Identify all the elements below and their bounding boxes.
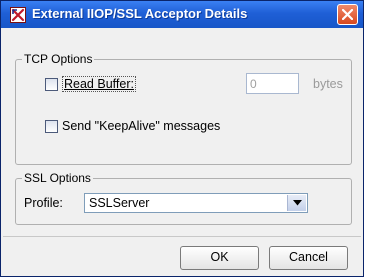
- close-icon: [342, 9, 353, 20]
- ssl-options-legend: SSL Options: [22, 171, 93, 185]
- ssl-options-group: SSL Options Profile: SSLServer: [15, 171, 352, 225]
- profile-label: Profile:: [24, 196, 63, 210]
- profile-select[interactable]: SSLServer: [84, 193, 308, 213]
- app-x-icon: [10, 7, 26, 23]
- keepalive-checkbox[interactable]: [45, 120, 58, 133]
- read-buffer-checkbox[interactable]: [45, 78, 58, 91]
- tcp-options-legend: TCP Options: [22, 52, 95, 66]
- close-button[interactable]: [337, 4, 358, 25]
- cancel-button[interactable]: Cancel: [269, 246, 348, 270]
- bytes-unit-label: bytes: [313, 77, 343, 91]
- read-buffer-label: Read Buffer:: [62, 76, 136, 92]
- read-buffer-input[interactable]: 0: [246, 73, 299, 94]
- profile-selected-value: SSLServer: [89, 196, 150, 210]
- footer-divider: [3, 236, 361, 237]
- title-bar[interactable]: External IIOP/SSL Acceptor Details: [1, 1, 363, 28]
- chevron-down-icon: [293, 200, 302, 206]
- tcp-options-group: TCP Options Read Buffer: 0 bytes Send "K…: [15, 52, 352, 165]
- ok-button[interactable]: OK: [180, 246, 259, 270]
- keepalive-label: Send "KeepAlive" messages: [62, 119, 221, 133]
- dialog-window: External IIOP/SSL Acceptor Details TCP O…: [0, 0, 364, 277]
- profile-dropdown-button[interactable]: [287, 195, 306, 211]
- window-title: External IIOP/SSL Acceptor Details: [32, 6, 248, 21]
